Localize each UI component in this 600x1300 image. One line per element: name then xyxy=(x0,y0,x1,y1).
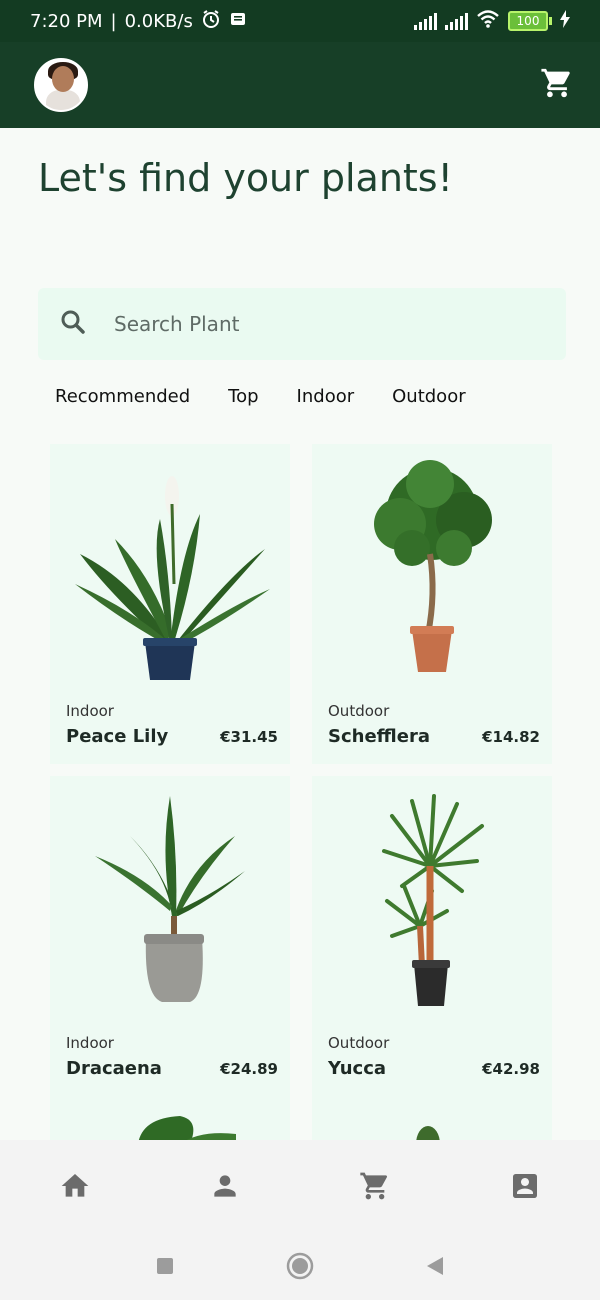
circle-icon xyxy=(286,1252,314,1280)
product-card-yucca[interactable]: Outdoor Yucca €42.98 xyxy=(312,776,552,1096)
cactus-icon xyxy=(416,1126,440,1144)
bottom-navigation xyxy=(0,1140,600,1232)
product-card-dracaena[interactable]: Indoor Dracaena €24.89 xyxy=(50,776,290,1096)
product-price: €14.82 xyxy=(482,728,540,746)
person-icon xyxy=(214,1175,236,1197)
product-name: Dracaena xyxy=(66,1058,162,1079)
cart-icon xyxy=(360,1172,388,1200)
product-name: Peace Lily xyxy=(66,726,169,747)
avatar[interactable] xyxy=(34,58,88,112)
cart-button[interactable] xyxy=(540,66,574,104)
home-icon xyxy=(61,1174,89,1197)
battery-icon: 100 xyxy=(508,11,552,31)
dracaena-plant-icon xyxy=(95,796,245,1002)
back-button[interactable] xyxy=(420,1251,450,1281)
tab-top[interactable]: Top xyxy=(228,386,258,407)
cart-icon xyxy=(541,68,570,98)
product-card-peace-lily[interactable]: Indoor Peace Lily €31.45 xyxy=(50,444,290,764)
product-category: Outdoor xyxy=(328,702,390,720)
signal-icon xyxy=(445,12,468,30)
plant-leaf-icon xyxy=(138,1116,236,1144)
alarm-icon xyxy=(201,9,221,34)
home-button[interactable] xyxy=(285,1251,315,1281)
status-bar: 7:20 PM | 0.0KB/s 100 xyxy=(0,0,600,42)
nav-home[interactable] xyxy=(45,1156,105,1216)
status-time: 7:20 PM xyxy=(30,10,103,32)
product-category: Indoor xyxy=(66,1034,114,1052)
tab-indoor[interactable]: Indoor xyxy=(297,386,355,407)
product-price: €31.45 xyxy=(220,728,278,746)
product-name: Yucca xyxy=(328,1058,387,1079)
product-card-partial[interactable] xyxy=(50,1096,290,1144)
status-right: 100 xyxy=(414,9,570,34)
recents-button[interactable] xyxy=(150,1251,180,1281)
yucca-plant-icon xyxy=(382,794,484,1006)
product-card-partial[interactable] xyxy=(312,1096,552,1144)
status-left: 7:20 PM | 0.0KB/s xyxy=(30,9,247,34)
signal-icon xyxy=(414,12,437,30)
product-price: €42.98 xyxy=(482,1060,540,1078)
page-title: Let's find your plants! xyxy=(38,156,453,200)
product-category: Outdoor xyxy=(328,1034,390,1052)
search-bar[interactable] xyxy=(38,288,566,360)
status-separator: | xyxy=(110,10,117,32)
back-triangle-icon xyxy=(427,1257,443,1275)
notification-icon xyxy=(229,10,247,33)
wifi-icon xyxy=(476,9,500,34)
nav-profile[interactable] xyxy=(195,1156,255,1216)
system-navigation xyxy=(0,1232,600,1300)
search-icon xyxy=(58,307,88,341)
product-price: €24.89 xyxy=(220,1060,278,1078)
peace-lily-plant-icon xyxy=(75,476,270,680)
tab-recommended[interactable]: Recommended xyxy=(55,386,190,407)
account-box-icon xyxy=(513,1174,537,1198)
square-icon xyxy=(157,1258,173,1274)
product-category: Indoor xyxy=(66,702,114,720)
tab-outdoor[interactable]: Outdoor xyxy=(392,386,466,407)
schefflera-plant-icon xyxy=(374,460,492,672)
product-name: Schefflera xyxy=(328,726,430,747)
search-input[interactable] xyxy=(114,312,534,336)
status-network-speed: 0.0KB/s xyxy=(124,10,193,32)
app-bar xyxy=(0,42,600,128)
battery-level: 100 xyxy=(508,11,548,31)
nav-account[interactable] xyxy=(495,1156,555,1216)
nav-cart[interactable] xyxy=(345,1156,405,1216)
product-card-schefflera[interactable]: Outdoor Schefflera €14.82 xyxy=(312,444,552,764)
charging-icon xyxy=(560,9,570,33)
category-tabs: Recommended Top Indoor Outdoor xyxy=(55,386,466,407)
